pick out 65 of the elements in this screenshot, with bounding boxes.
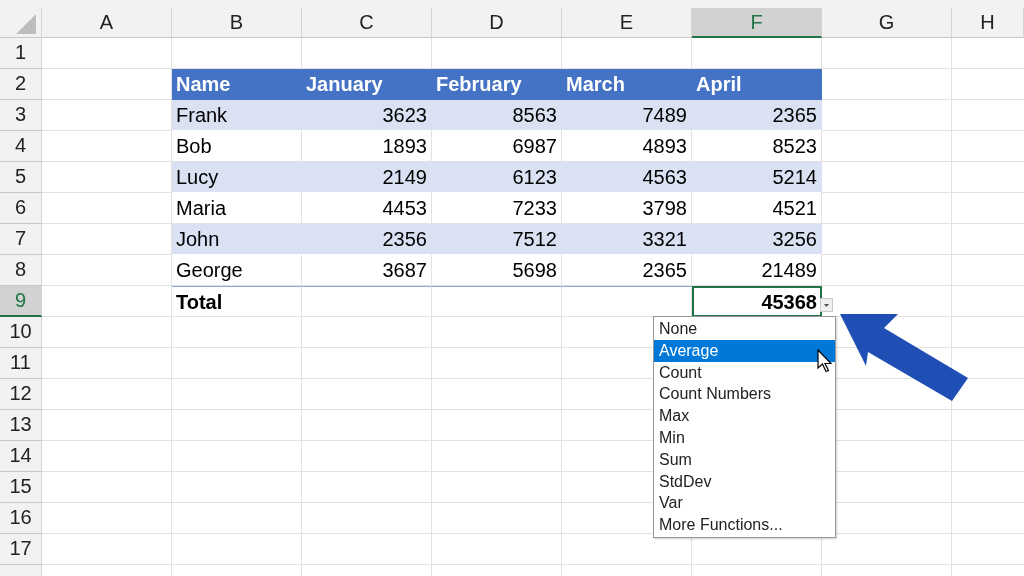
menu-item[interactable]: Count Numbers [654, 383, 835, 406]
table-cell: 2356 [302, 224, 432, 255]
row-header[interactable]: 5 [0, 162, 42, 193]
column-header[interactable]: G [822, 8, 952, 38]
row-header[interactable]: 2 [0, 69, 42, 100]
table-cell: Lucy [172, 162, 302, 193]
header-cell: April [692, 69, 822, 100]
menu-item[interactable]: Min [654, 427, 835, 449]
row-header[interactable]: 4 [0, 131, 42, 162]
table-cell: 2365 [562, 255, 692, 286]
row-header[interactable]: 8 [0, 255, 42, 286]
column-header[interactable]: B [172, 8, 302, 38]
header-cell: March [562, 69, 692, 100]
table-cell: 21489 [692, 255, 822, 286]
table-cell: 3256 [692, 224, 822, 255]
table-cell: 3623 [302, 100, 432, 131]
menu-item[interactable]: Sum [654, 448, 835, 471]
table-cell: 8563 [432, 100, 562, 131]
column-header[interactable]: A [42, 8, 172, 38]
row-header[interactable]: 9 [0, 286, 42, 317]
column-header[interactable]: C [302, 8, 432, 38]
row-header[interactable]: 17 [0, 534, 42, 565]
table-cell: Frank [172, 100, 302, 131]
menu-item[interactable]: Count [654, 361, 835, 384]
menu-item[interactable]: Max [654, 405, 835, 427]
column-header[interactable]: H [952, 8, 1024, 38]
dropdown-button[interactable] [820, 298, 833, 312]
row-header[interactable]: 16 [0, 503, 42, 534]
row-header[interactable]: 1 [0, 38, 42, 69]
row-header[interactable]: 14 [0, 441, 42, 472]
table-cell: 3687 [302, 255, 432, 286]
menu-item[interactable]: None [654, 318, 835, 340]
row-header[interactable]: 7 [0, 224, 42, 255]
table-cell: 6123 [432, 162, 562, 193]
menu-item[interactable]: StdDev [654, 470, 835, 493]
row-header[interactable]: 3 [0, 100, 42, 131]
menu-item[interactable]: More Functions... [654, 514, 835, 536]
total-cell[interactable]: 45368 [692, 286, 822, 317]
column-header[interactable]: D [432, 8, 562, 38]
cursor-icon [817, 349, 833, 373]
table-cell: 4563 [562, 162, 692, 193]
table-cell: John [172, 224, 302, 255]
table-cell: 5214 [692, 162, 822, 193]
row-header[interactable]: 11 [0, 348, 42, 379]
caret-icon [824, 303, 829, 307]
row-header[interactable]: 12 [0, 379, 42, 410]
table-cell: 2149 [302, 162, 432, 193]
select-all-corner[interactable] [0, 8, 42, 38]
table-cell: 7512 [432, 224, 562, 255]
table-cell: 3321 [562, 224, 692, 255]
header-cell: Name [172, 69, 302, 100]
row-header[interactable]: 10 [0, 317, 42, 348]
table-cell: 5698 [432, 255, 562, 286]
table-cell: 7489 [562, 100, 692, 131]
table-cell: 2365 [692, 100, 822, 131]
header-cell: January [302, 69, 432, 100]
row-header[interactable]: 13 [0, 410, 42, 441]
row-header[interactable]: 15 [0, 472, 42, 503]
table-cell: George [172, 255, 302, 286]
menu-item[interactable]: Average [654, 339, 835, 362]
menu-item[interactable]: Var [654, 492, 835, 515]
row-header[interactable]: 6 [0, 193, 42, 224]
column-header[interactable]: E [562, 8, 692, 38]
header-cell: February [432, 69, 562, 100]
column-header[interactable]: F [692, 8, 822, 38]
